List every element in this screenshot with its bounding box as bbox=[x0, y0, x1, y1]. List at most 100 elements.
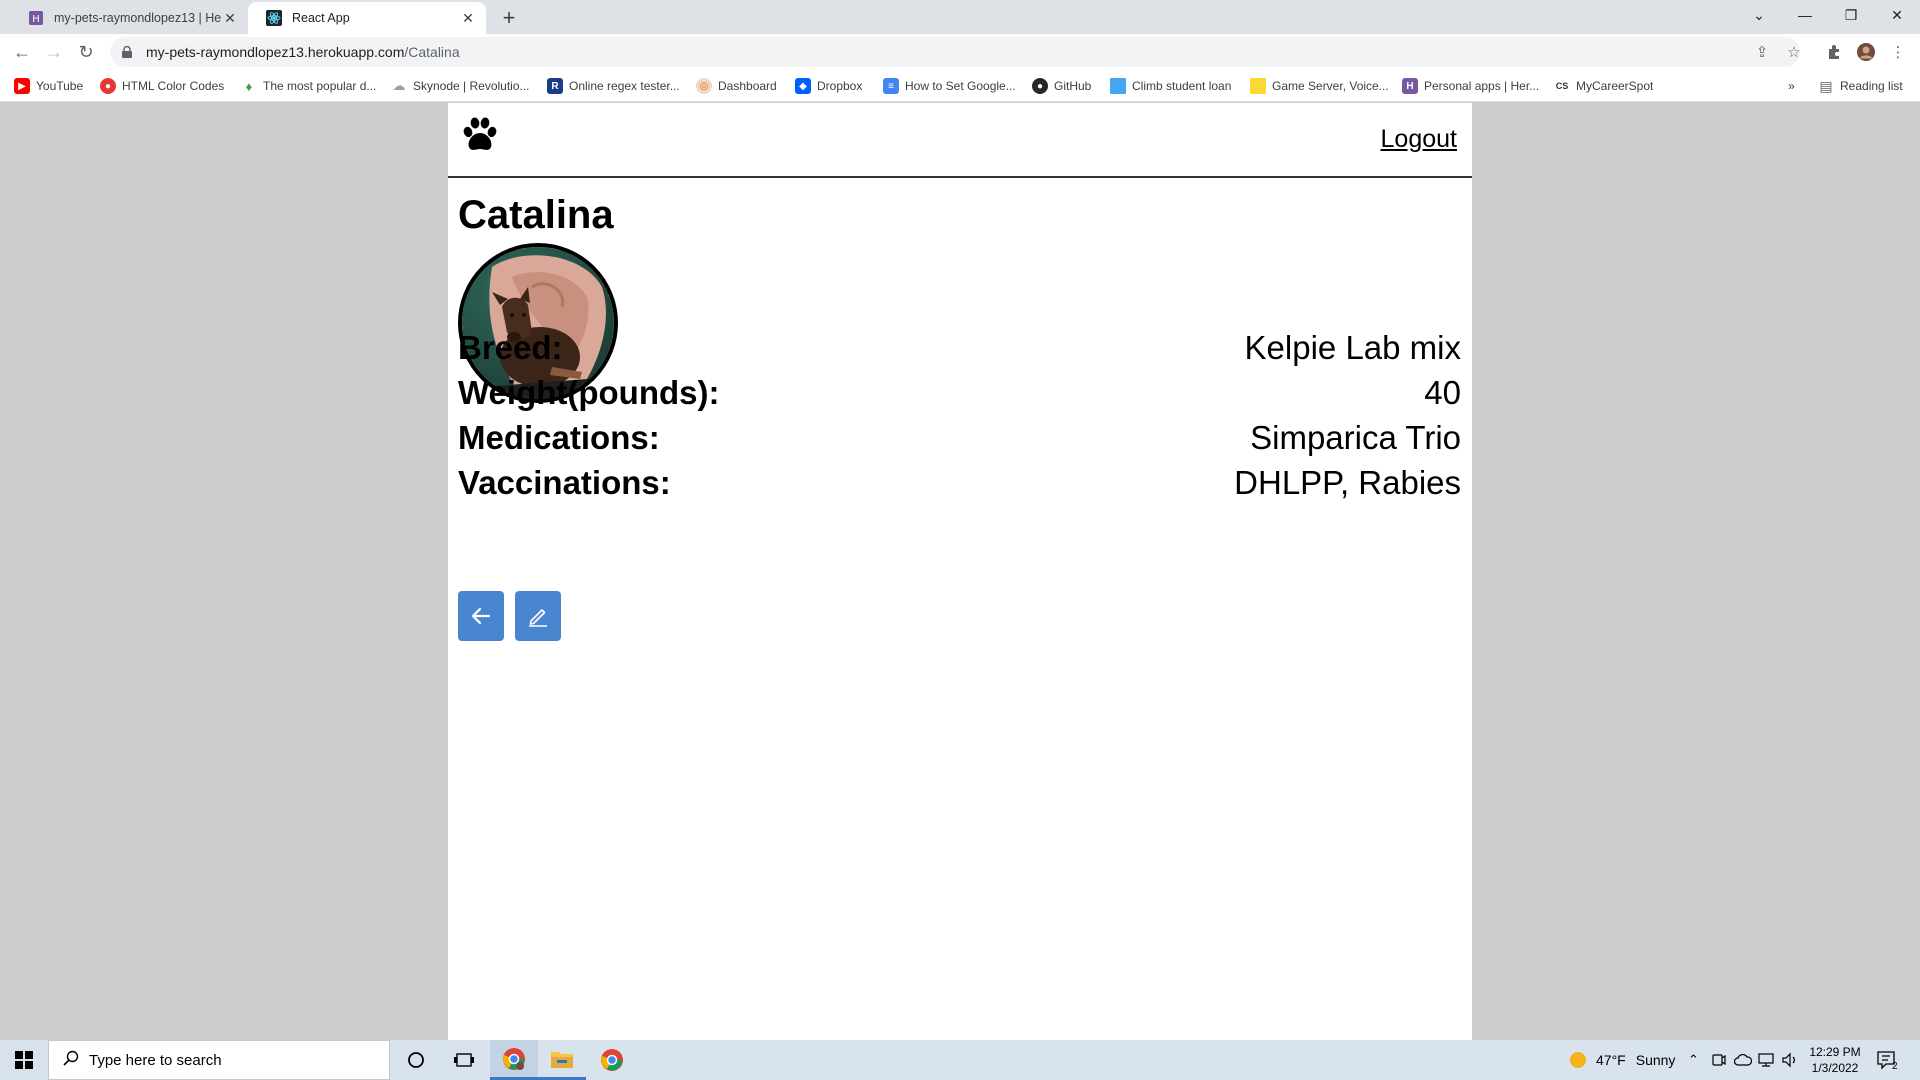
share-icon[interactable]: ⇪ bbox=[1752, 42, 1772, 62]
chrome-icon[interactable] bbox=[588, 1040, 636, 1080]
breed-row: Breed: Kelpie Lab mix bbox=[458, 326, 1461, 370]
bookmark-google-doc[interactable]: ≡ How to Set Google... bbox=[883, 77, 1016, 95]
react-icon bbox=[266, 10, 282, 26]
doc-icon: ≡ bbox=[883, 78, 899, 94]
dashboard-icon: ◎ bbox=[696, 78, 712, 94]
tab-heroku[interactable]: H my-pets-raymondlopez13 | Heroku ✕ bbox=[10, 2, 248, 34]
close-icon[interactable]: ✕ bbox=[222, 10, 238, 26]
onedrive-icon[interactable] bbox=[1734, 1040, 1752, 1080]
windows-icon bbox=[15, 1051, 33, 1069]
weight-label: Weight(pounds): bbox=[458, 374, 720, 411]
url-host: my-pets-raymondlopez13.herokuapp.com bbox=[146, 44, 405, 60]
reading-list-button[interactable]: ▤ Reading list bbox=[1818, 77, 1902, 95]
address-bar[interactable]: my-pets-raymondlopez13.herokuapp.com/Cat… bbox=[110, 37, 1800, 67]
system-clock[interactable]: 12:29 PM 1/3/2022 bbox=[1800, 1044, 1870, 1076]
bookmark-regex-tester[interactable]: R Online regex tester... bbox=[547, 77, 680, 95]
network-icon[interactable] bbox=[1758, 1040, 1776, 1080]
tab-bar: H my-pets-raymondlopez13 | Heroku ✕ Reac… bbox=[0, 0, 1920, 34]
notification-count: 2 bbox=[1892, 1060, 1898, 1072]
bookmark-html-color-codes[interactable]: ● HTML Color Codes bbox=[100, 77, 224, 95]
forward-icon[interactable]: → bbox=[40, 38, 68, 66]
meet-now-icon[interactable] bbox=[1712, 1040, 1726, 1080]
square-icon bbox=[1250, 78, 1266, 94]
edit-button[interactable] bbox=[515, 591, 561, 641]
browser-toolbar: ← → ↻ my-pets-raymondlopez13.herokuapp.c… bbox=[0, 34, 1920, 70]
bookmarks-bar: ▶ YouTube ● HTML Color Codes ♦ The most pop… bbox=[0, 70, 1920, 102]
bookmark-github[interactable]: ● GitHub bbox=[1032, 77, 1091, 95]
regex-icon: R bbox=[547, 78, 563, 94]
bookmark-skynode[interactable]: ☁ Skynode | Revolutio... bbox=[391, 77, 530, 95]
close-icon[interactable]: ✕ bbox=[460, 10, 476, 26]
avatar[interactable] bbox=[1856, 42, 1876, 62]
breed-label: Breed: bbox=[458, 329, 563, 366]
back-icon[interactable]: ← bbox=[8, 38, 36, 66]
app-page: Logout Catalina Breed: Kelpie Lab mix We… bbox=[448, 103, 1472, 1040]
new-tab-button[interactable]: + bbox=[496, 5, 522, 31]
bookmark-personal-apps[interactable]: H Personal apps | Her... bbox=[1402, 77, 1539, 95]
weight-row: Weight(pounds): 40 bbox=[458, 371, 1461, 415]
back-arrow-icon bbox=[471, 607, 491, 625]
bookmark-youtube[interactable]: ▶ YouTube bbox=[14, 77, 83, 95]
leaf-icon: ♦ bbox=[245, 78, 253, 94]
bookmark-mycareerspot[interactable]: CS MyCareerSpot bbox=[1554, 77, 1654, 95]
chevron-up-icon[interactable]: ⌃ bbox=[1688, 1040, 1699, 1080]
cs-icon: CS bbox=[1555, 81, 1569, 91]
lock-icon bbox=[122, 46, 136, 58]
paw-icon[interactable] bbox=[460, 115, 500, 155]
volume-icon[interactable] bbox=[1782, 1040, 1798, 1080]
medications-label: Medications: bbox=[458, 419, 660, 456]
medications-row: Medications: Simparica Trio bbox=[458, 416, 1461, 460]
vaccinations-label: Vaccinations: bbox=[458, 464, 671, 501]
menu-icon[interactable]: ⋮ bbox=[1888, 42, 1908, 62]
bookmark-game-server[interactable]: Game Server, Voice... bbox=[1250, 77, 1389, 95]
restore-button[interactable]: ❐ bbox=[1828, 0, 1874, 30]
pet-name: Catalina bbox=[458, 193, 614, 237]
bookmark-dashboard[interactable]: ◎ Dashboard bbox=[696, 77, 777, 95]
file-explorer-icon[interactable] bbox=[538, 1040, 586, 1080]
tab-title: my-pets-raymondlopez13 | Heroku bbox=[54, 11, 222, 25]
square-icon bbox=[1110, 78, 1126, 94]
taskbar-search[interactable]: Type here to search bbox=[48, 1040, 390, 1080]
heroku-icon: H bbox=[1402, 78, 1418, 94]
pencil-icon bbox=[529, 609, 547, 627]
cloud-icon: ☁ bbox=[392, 78, 406, 93]
chrome-profile-app-icon[interactable] bbox=[490, 1040, 538, 1080]
vaccinations-value: DHLPP, Rabies bbox=[1234, 464, 1461, 501]
svg-text:H: H bbox=[32, 14, 40, 25]
weight-value: 40 bbox=[1424, 374, 1461, 411]
heroku-icon: H bbox=[28, 10, 44, 26]
search-placeholder: Type here to search bbox=[89, 1051, 222, 1069]
start-button[interactable] bbox=[0, 1040, 48, 1080]
tab-search-icon[interactable]: ⌄ bbox=[1736, 0, 1782, 30]
tab-react-app[interactable]: React App ✕ bbox=[248, 2, 486, 34]
clock-time: 12:29 PM bbox=[1809, 1045, 1861, 1059]
dropbox-icon: ◆ bbox=[795, 78, 811, 94]
youtube-icon: ▶ bbox=[14, 78, 30, 94]
tab-title: React App bbox=[292, 11, 350, 25]
weather-widget[interactable]: 47°F Sunny bbox=[1568, 1040, 1675, 1080]
close-window-button[interactable]: ✕ bbox=[1874, 0, 1920, 30]
task-view-icon[interactable] bbox=[440, 1040, 488, 1080]
extensions-icon[interactable] bbox=[1824, 42, 1844, 62]
star-icon[interactable]: ☆ bbox=[1784, 42, 1804, 62]
color-codes-icon: ● bbox=[100, 78, 116, 94]
breed-value: Kelpie Lab mix bbox=[1244, 329, 1461, 366]
app-header: Logout bbox=[448, 103, 1472, 178]
minimize-button[interactable]: — bbox=[1782, 0, 1828, 30]
bookmark-dropbox[interactable]: ◆ Dropbox bbox=[795, 77, 862, 95]
url-path: /Catalina bbox=[404, 44, 460, 60]
more-bookmarks-button[interactable]: » bbox=[1788, 77, 1795, 95]
notifications-button[interactable]: 2 bbox=[1876, 1040, 1898, 1080]
vaccinations-row: Vaccinations: DHLPP, Rabies bbox=[458, 461, 1461, 505]
reload-icon[interactable]: ↻ bbox=[72, 38, 100, 66]
bookmark-most-popular[interactable]: ♦ The most popular d... bbox=[241, 77, 377, 95]
windows-taskbar: Type here to search 47°F Sunny ⌃ 12:29 P… bbox=[0, 1040, 1920, 1080]
bookmark-climb[interactable]: Climb student loan bbox=[1110, 77, 1231, 95]
logout-link[interactable]: Logout bbox=[1381, 125, 1457, 154]
github-icon: ● bbox=[1032, 78, 1048, 94]
cortana-icon[interactable] bbox=[392, 1040, 440, 1080]
back-button[interactable] bbox=[458, 591, 504, 641]
reading-list-icon: ▤ bbox=[1819, 77, 1833, 94]
weather-text: Sunny bbox=[1635, 1052, 1676, 1068]
sun-icon bbox=[1570, 1052, 1586, 1068]
